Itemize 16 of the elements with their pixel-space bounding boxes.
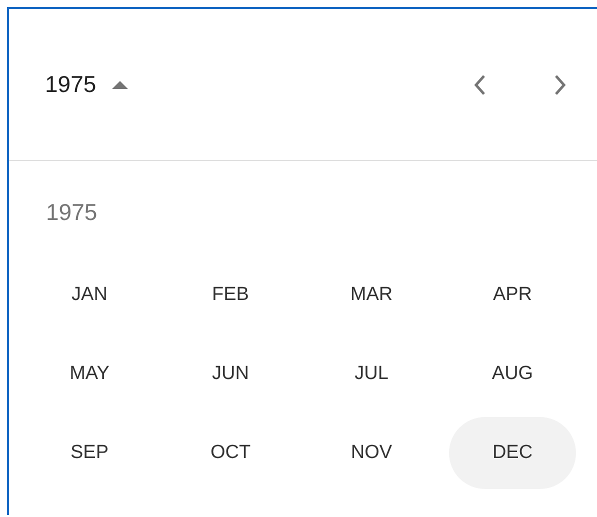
year-label: 1975 — [45, 198, 98, 227]
month-button[interactable]: FEB — [167, 259, 294, 331]
month-button[interactable]: JUL — [308, 338, 435, 410]
month-button[interactable]: MAR — [308, 259, 435, 331]
month-button[interactable]: APR — [449, 259, 576, 331]
previous-button[interactable] — [473, 74, 487, 96]
month-button[interactable]: SEP — [26, 417, 153, 489]
month-button[interactable]: MAY — [26, 338, 153, 410]
month-button[interactable]: JUN — [167, 338, 294, 410]
next-button[interactable] — [553, 74, 567, 96]
month-button[interactable]: AUG — [449, 338, 576, 410]
month-button[interactable]: NOV — [308, 417, 435, 489]
month-button[interactable]: JAN — [26, 259, 153, 331]
year-dropdown-button[interactable]: 1975 — [45, 71, 130, 98]
month-button[interactable]: DEC — [449, 417, 576, 489]
month-button[interactable]: OCT — [167, 417, 294, 489]
